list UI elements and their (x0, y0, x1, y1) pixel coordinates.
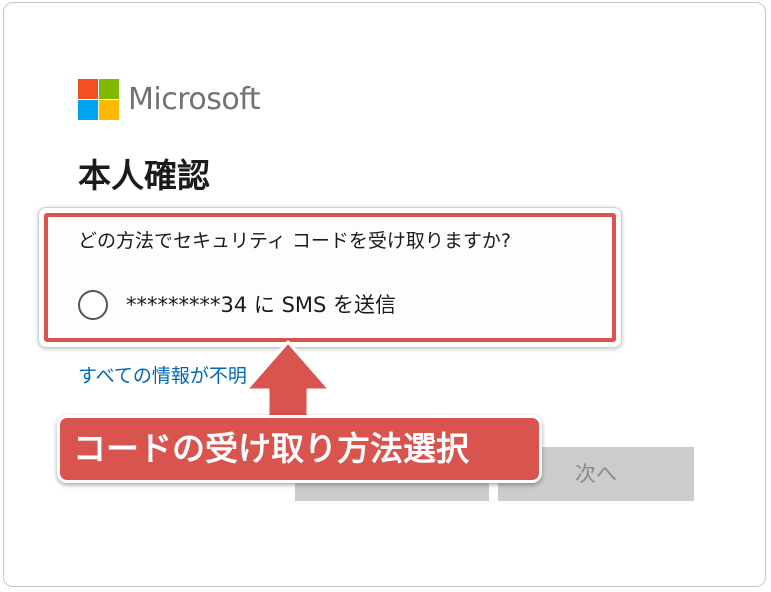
sms-radio-button[interactable] (78, 290, 108, 320)
microsoft-logo: Microsoft (78, 79, 261, 120)
sms-option[interactable]: *********34 に SMS を送信 (78, 290, 396, 320)
brand-name: Microsoft (128, 82, 261, 117)
sms-option-label: *********34 に SMS を送信 (126, 293, 397, 317)
microsoft-logo-icon (78, 79, 119, 120)
page-title: 本人確認 (78, 156, 210, 195)
annotation-callout: コードの受け取り方法選択 (57, 415, 542, 483)
security-code-question: どの方法でセキュリティ コードを受け取りますか? (78, 230, 511, 252)
no-info-link[interactable]: すべての情報が不明 (78, 362, 247, 390)
